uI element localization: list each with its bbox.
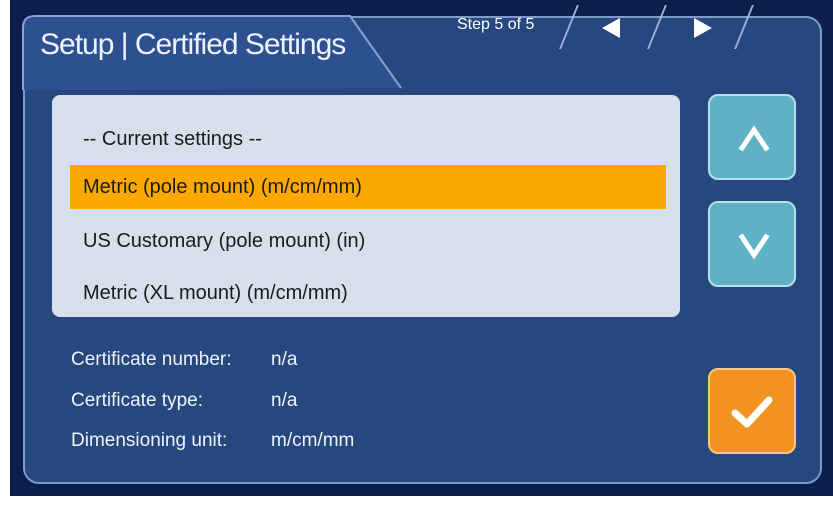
device-screen: Setup | Certified Settings Step 5 of 5 -… xyxy=(10,0,833,496)
certificate-type-value: n/a xyxy=(271,390,298,411)
list-item-metric-pole-mount[interactable]: Metric (pole mount) (m/cm/mm) xyxy=(70,165,666,209)
chevron-up-icon xyxy=(738,125,770,152)
next-step-button[interactable] xyxy=(690,16,716,40)
dimensioning-unit-value: m/cm/mm xyxy=(271,430,355,451)
step-indicator: Step 5 of 5 xyxy=(457,16,535,33)
certificate-type-label: Certificate type: xyxy=(71,390,203,411)
certificate-number-value: n/a xyxy=(271,349,298,370)
dimensioning-unit-label: Dimensioning unit: xyxy=(71,430,228,451)
checkmark-icon xyxy=(731,396,773,428)
settings-list[interactable]: -- Current settings -- Metric (pole moun… xyxy=(52,95,680,317)
confirm-button[interactable] xyxy=(708,368,796,454)
scroll-up-button[interactable] xyxy=(708,94,796,180)
list-item-metric-xl-mount[interactable]: Metric (XL mount) (m/cm/mm) xyxy=(70,271,666,315)
certificate-number-label: Certificate number: xyxy=(71,349,232,370)
triangle-right-icon xyxy=(694,18,712,38)
previous-step-button[interactable] xyxy=(598,16,624,40)
list-item-current-settings[interactable]: -- Current settings -- xyxy=(70,117,666,161)
scroll-down-button[interactable] xyxy=(708,201,796,287)
chevron-down-icon xyxy=(738,233,770,260)
page-title: Setup | Certified Settings xyxy=(40,28,346,61)
triangle-left-icon xyxy=(602,18,620,38)
list-item-us-customary-pole-mount[interactable]: US Customary (pole mount) (in) xyxy=(70,219,666,263)
